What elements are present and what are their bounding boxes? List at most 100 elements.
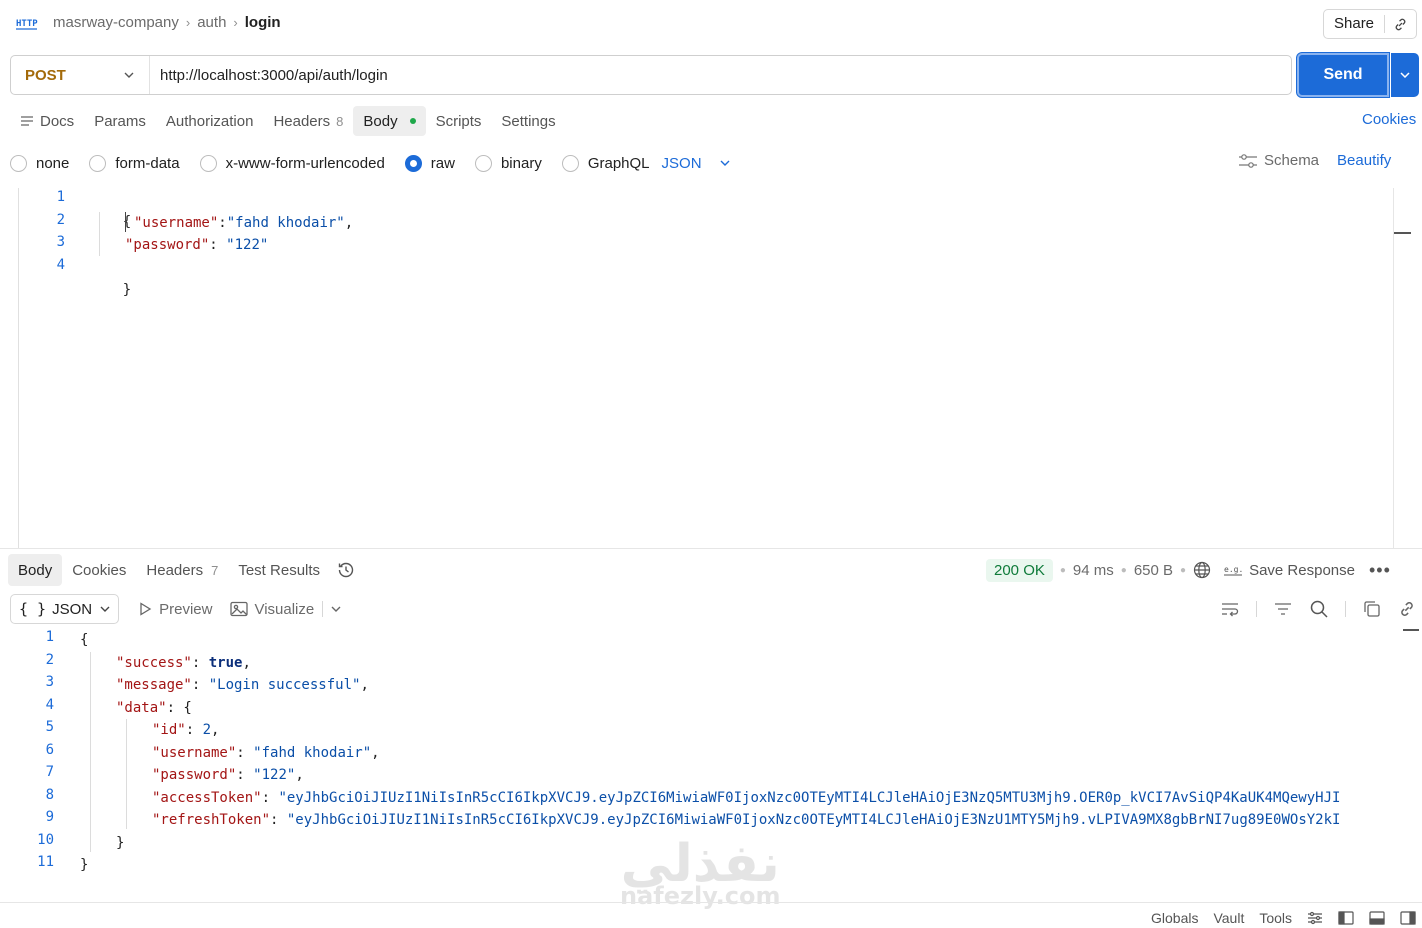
- radio-raw[interactable]: raw: [404, 154, 455, 172]
- toolbar-divider: [322, 601, 324, 617]
- radio-form-data[interactable]: form-data: [89, 154, 180, 172]
- json-key: "username": [152, 745, 237, 761]
- send-options-button[interactable]: [1391, 53, 1419, 97]
- method-select[interactable]: POST: [11, 56, 150, 94]
- save-response-button[interactable]: e.g. Save Response: [1223, 562, 1355, 579]
- line-number: 5: [45, 719, 54, 735]
- filter-icon[interactable]: [1273, 601, 1293, 617]
- schema-area: Schema Beautify: [1238, 152, 1391, 169]
- toolbar-divider: [1256, 601, 1257, 617]
- settings-sliders-icon[interactable]: [1307, 911, 1323, 925]
- braces-icon: { }: [19, 600, 47, 618]
- send-button[interactable]: Send: [1297, 53, 1389, 97]
- share-button[interactable]: Share: [1324, 15, 1386, 33]
- search-icon[interactable]: [1309, 599, 1329, 619]
- schema-button[interactable]: Schema: [1264, 152, 1319, 169]
- url-input[interactable]: [150, 66, 1291, 84]
- radio-graphql[interactable]: GraphQL: [561, 154, 650, 172]
- beautify-button[interactable]: Beautify: [1337, 152, 1391, 169]
- tab-params[interactable]: Params: [84, 106, 156, 136]
- json-string: "Login successful": [208, 677, 361, 693]
- breadcrumb-folder[interactable]: auth: [197, 14, 226, 31]
- tools-button[interactable]: Tools: [1259, 910, 1292, 926]
- tab-body[interactable]: Body: [353, 106, 426, 136]
- tab-authorization[interactable]: Authorization: [156, 106, 264, 136]
- indent-guide: [90, 652, 91, 852]
- radio-binary[interactable]: binary: [474, 154, 542, 172]
- response-toolbar: { } JSON Preview Visualize: [10, 594, 347, 624]
- tab-docs[interactable]: Docs: [10, 106, 84, 136]
- format-label: JSON: [52, 600, 93, 618]
- chevron-right-icon: ›: [185, 15, 191, 30]
- wrap-lines-icon[interactable]: [1220, 601, 1240, 617]
- radio-circle: [89, 154, 107, 172]
- tab-label: Headers: [146, 561, 204, 579]
- request-tabs: Docs Params Authorization Headers 8 Body…: [10, 106, 566, 136]
- link-icon[interactable]: [1385, 17, 1415, 32]
- code-line: "message": "Login successful",: [116, 677, 369, 693]
- line-number: 8: [45, 787, 54, 803]
- breadcrumb-workspace[interactable]: masrway-company: [53, 14, 179, 31]
- breadcrumb-request[interactable]: login: [245, 14, 281, 31]
- tab-label: Cookies: [72, 561, 127, 579]
- cookies-link[interactable]: Cookies: [1362, 111, 1416, 128]
- radio-urlencoded[interactable]: x-www-form-urlencoded: [199, 154, 385, 172]
- request-body-editor[interactable]: 1 2 3 4 { "username":"fahd khodair", "pa…: [18, 188, 1411, 548]
- json-string: "eyJhbGciOiJIUzI1NiIsInR5cCI6IkpXVCJ9.ey…: [286, 812, 1341, 828]
- vault-button[interactable]: Vault: [1213, 910, 1244, 926]
- copy-icon[interactable]: [1362, 599, 1382, 619]
- response-tab-cookies[interactable]: Cookies: [62, 554, 136, 586]
- more-options-icon[interactable]: •••: [1369, 560, 1391, 581]
- json-key: "message": [116, 677, 192, 693]
- tab-settings[interactable]: Settings: [491, 106, 565, 136]
- response-time[interactable]: 94 ms: [1073, 562, 1114, 579]
- editor-scrollbar[interactable]: [1393, 188, 1394, 548]
- json-key: "data": [116, 700, 167, 716]
- method-label: POST: [25, 66, 66, 84]
- link-icon[interactable]: [1398, 600, 1416, 618]
- preview-button[interactable]: Preview: [137, 601, 212, 618]
- http-icon: HTTP: [16, 19, 38, 30]
- code-line: "accessToken": "eyJhbGciOiJIUzI1NiIsInR5…: [152, 790, 1341, 806]
- globals-button[interactable]: Globals: [1151, 910, 1198, 926]
- response-format-select[interactable]: { } JSON: [10, 594, 120, 624]
- line-number: 4: [45, 697, 54, 713]
- body-type-options: none form-data x-www-form-urlencoded raw…: [10, 150, 730, 176]
- send-group: Send: [1297, 53, 1419, 97]
- line-number: 6: [45, 742, 54, 758]
- json-key: "accessToken": [152, 790, 262, 806]
- response-size[interactable]: 650 B: [1134, 562, 1173, 579]
- layout-bottom-icon[interactable]: [1369, 911, 1385, 925]
- pane-divider[interactable]: [0, 548, 1422, 549]
- headers-count: 7: [211, 562, 219, 578]
- radio-label: GraphQL: [587, 154, 650, 172]
- tab-scripts[interactable]: Scripts: [426, 106, 492, 136]
- json-string: "fahd khodair": [253, 745, 372, 761]
- response-tab-test-results[interactable]: Test Results: [228, 554, 330, 586]
- radio-none[interactable]: none: [10, 154, 69, 172]
- image-icon: [230, 601, 249, 617]
- visualize-button[interactable]: Visualize: [230, 601, 314, 618]
- json-number: 2: [202, 722, 212, 738]
- globe-icon[interactable]: [1193, 561, 1211, 579]
- indent-guide: [126, 719, 127, 829]
- response-tab-headers[interactable]: Headers 7: [136, 554, 228, 586]
- layout-right-icon[interactable]: [1400, 911, 1416, 925]
- status-badge[interactable]: 200 OK: [986, 558, 1053, 582]
- status-bar: Globals Vault Tools: [0, 902, 1422, 928]
- code-line: "refreshToken": "eyJhbGciOiJIUzI1NiIsInR…: [152, 812, 1341, 828]
- line-number: 3: [56, 234, 65, 250]
- body-language-select[interactable]: JSON: [662, 155, 730, 172]
- layout-left-icon[interactable]: [1338, 911, 1354, 925]
- separator-dot: ●: [1180, 564, 1187, 576]
- radio-label: binary: [500, 154, 542, 172]
- headers-count: 8: [336, 113, 344, 129]
- line-number: 2: [45, 652, 54, 668]
- visualize-options[interactable]: [331, 606, 347, 612]
- history-icon[interactable]: [336, 560, 356, 580]
- separator-dot: ●: [1120, 564, 1127, 576]
- json-brace: }: [122, 282, 132, 298]
- response-tab-body[interactable]: Body: [8, 554, 63, 586]
- chevron-down-icon: [331, 606, 341, 612]
- tab-headers[interactable]: Headers 8: [263, 106, 353, 136]
